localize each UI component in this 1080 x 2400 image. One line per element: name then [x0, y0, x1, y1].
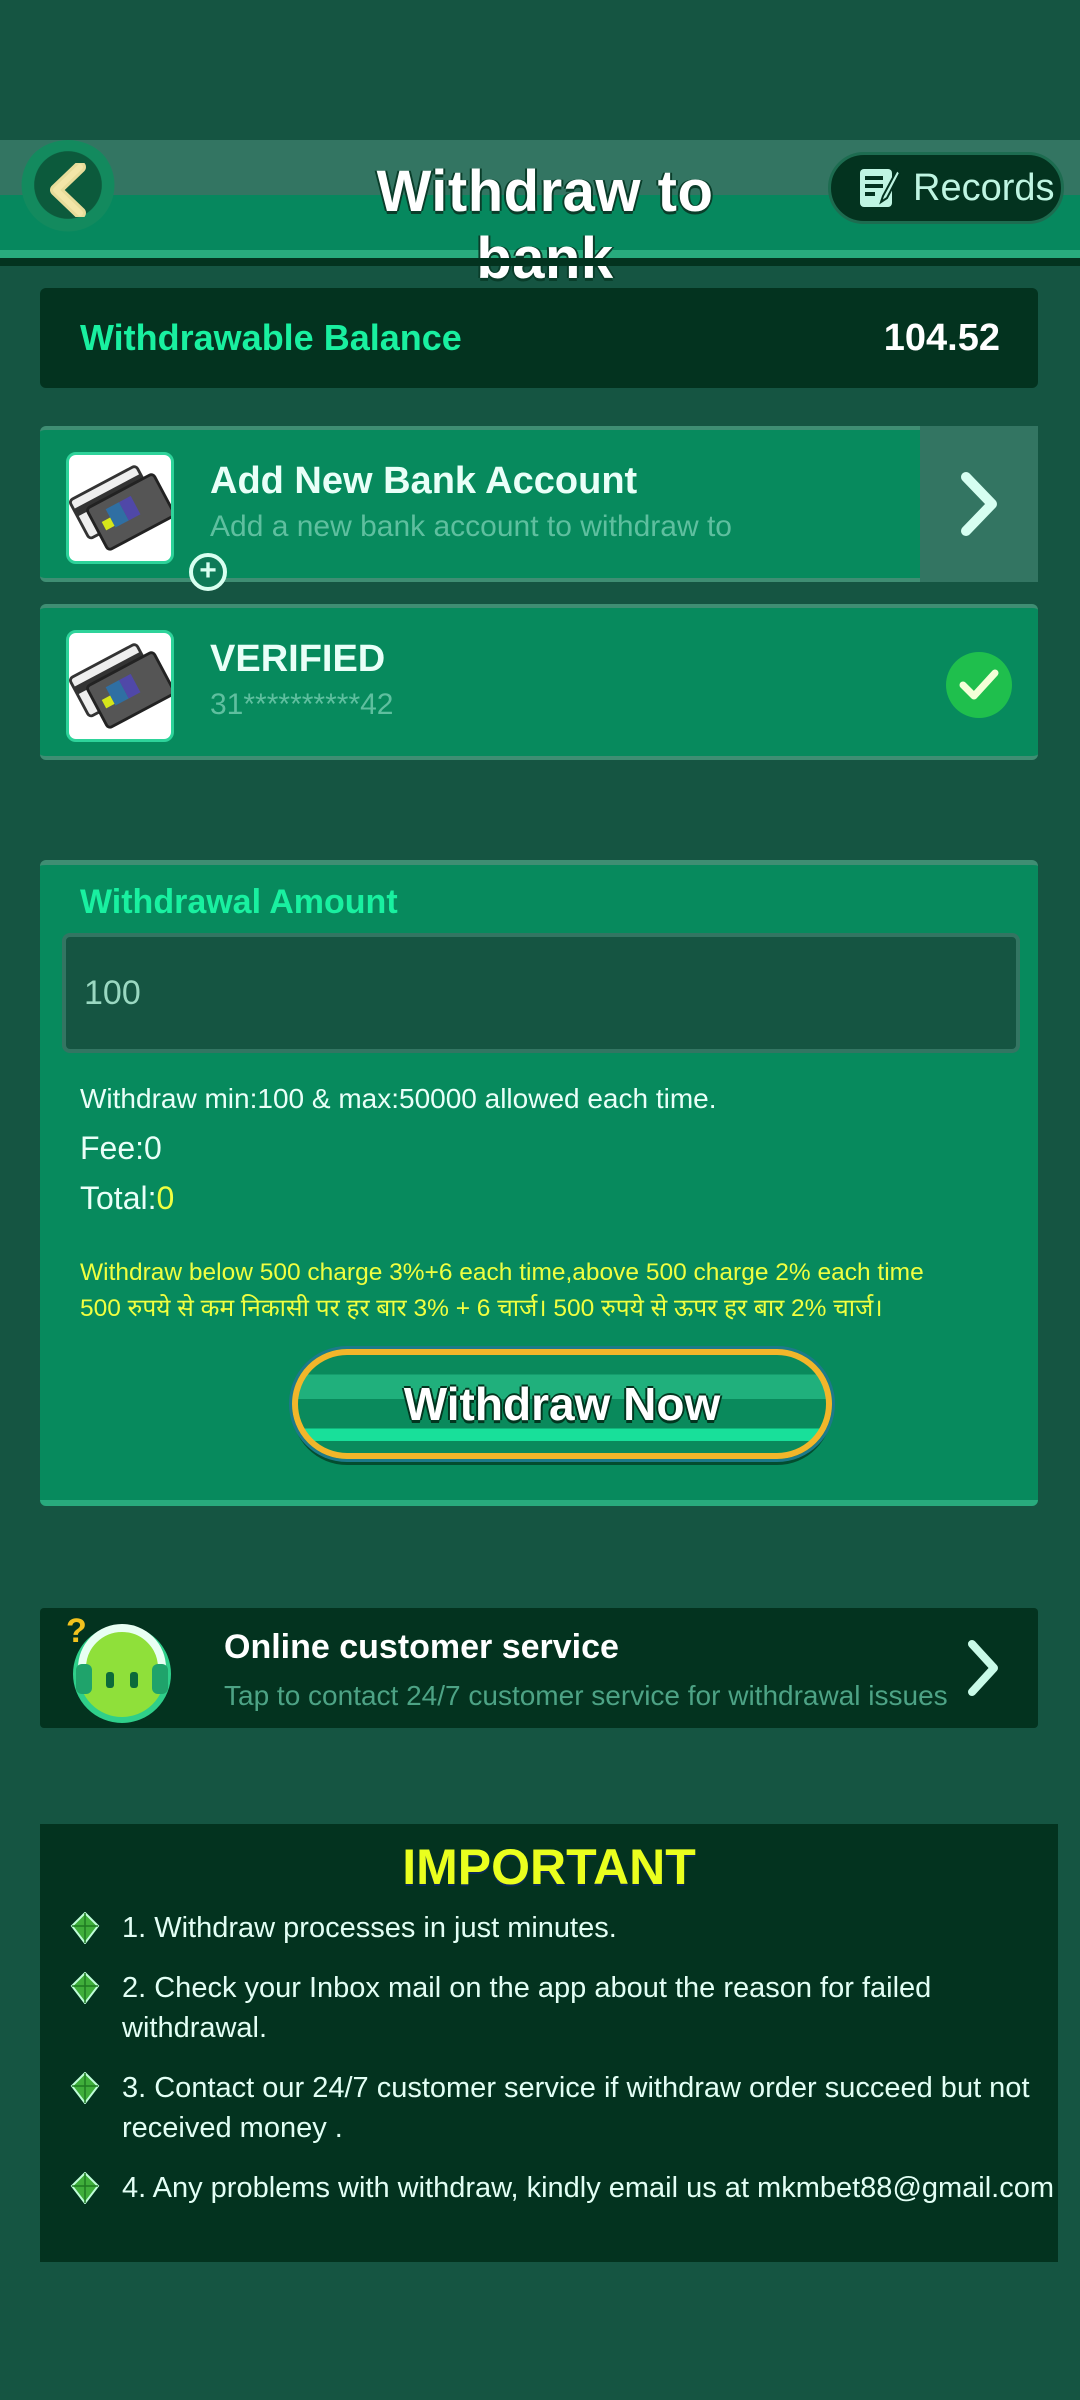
important-item-text: 3. Contact our 24/7 customer service if … — [122, 2072, 1030, 2144]
header-bar: Withdraw to bank Records — [0, 140, 1080, 291]
important-item: 4. Any problems with withdraw, kindly em… — [70, 2168, 1060, 2208]
gem-bullet-icon — [70, 1972, 100, 2004]
important-item-text: 1. Withdraw processes in just minutes. — [122, 1912, 617, 1944]
important-title: IMPORTANT — [402, 1839, 696, 1895]
back-button[interactable] — [18, 140, 118, 240]
bank-card-add-icon: + — [66, 452, 227, 591]
records-label: Records — [913, 166, 1055, 209]
balance-value: 104.52 — [883, 316, 1000, 359]
masked-account-number: 31**********42 — [210, 688, 394, 721]
records-button[interactable]: Records — [828, 152, 1064, 224]
important-item: 2. Check your Inbox mail on the app abou… — [70, 1968, 1060, 2048]
important-notice: IMPORTANT 1. Withdraw processes in just … — [40, 1824, 1058, 2262]
withdrawable-balance-card: Withdrawable Balance 104.52 — [40, 288, 1038, 388]
headset-support-icon: ? — [66, 1612, 171, 1723]
svg-text:?: ? — [66, 1612, 87, 1650]
verified-status-label: VERIFIED — [210, 638, 386, 680]
fee-value: 0 — [144, 1130, 162, 1166]
fee-policy-hindi: 500 रुपये से कम निकासी पर हर बार 3% + 6 … — [80, 1295, 883, 1322]
total-label: Total: — [80, 1180, 157, 1216]
chevron-right-icon — [961, 472, 997, 536]
add-bank-account-row[interactable]: + Add New Bank Account Add a new bank ac… — [40, 426, 1038, 591]
add-bank-arrow-button[interactable] — [920, 426, 1038, 582]
page-title: Withdraw to bank — [376, 159, 714, 291]
plus-icon: + — [189, 553, 227, 591]
withdrawal-amount-title: Withdrawal Amount — [80, 883, 398, 921]
add-bank-title: Add New Bank Account — [210, 460, 638, 502]
gem-bullet-icon — [70, 2072, 100, 2104]
gem-bullet-icon — [70, 2172, 100, 2204]
important-item: 1. Withdraw processes in just minutes. — [70, 1908, 1060, 1948]
chevron-left-icon — [50, 163, 86, 217]
important-item-text: 2. Check your Inbox mail on the app abou… — [122, 1972, 932, 2044]
balance-label: Withdrawable Balance — [80, 317, 462, 358]
customer-service-subtitle: Tap to contact 24/7 customer service for… — [224, 1680, 948, 1711]
records-edit-icon — [860, 168, 901, 207]
fee-policy-note: Withdraw below 500 charge 3%+6 each time… — [80, 1255, 1040, 1327]
withdraw-limits-text: Withdraw min:100 & max:50000 allowed eac… — [80, 1083, 717, 1114]
fee-policy-english: Withdraw below 500 charge 3%+6 each time… — [80, 1259, 924, 1286]
total-value: 0 — [156, 1180, 175, 1216]
total-line: Total:0 — [80, 1180, 174, 1217]
withdraw-now-button[interactable]: Withdraw Now — [292, 1349, 832, 1459]
withdrawal-amount-panel: Withdrawal Amount Withdraw min:100 & max… — [40, 860, 1038, 1506]
verified-bank-account-row[interactable]: VERIFIED 31**********42 — [40, 604, 1038, 760]
important-item-text: 4. Any problems with withdraw, kindly em… — [122, 2172, 1055, 2204]
fee-line: Fee:0 — [80, 1130, 162, 1167]
online-customer-service-row[interactable]: ? Online customer service Tap to contact… — [40, 1608, 1038, 1728]
add-bank-subtitle: Add a new bank account to withdraw to — [210, 510, 732, 543]
check-circle-icon — [946, 652, 1012, 718]
bank-card-icon — [66, 630, 176, 742]
chevron-right-icon — [968, 1640, 998, 1696]
fee-label: Fee: — [80, 1130, 145, 1166]
important-list: 1. Withdraw processes in just minutes. 2… — [70, 1908, 1060, 2228]
customer-service-title: Online customer service — [224, 1628, 619, 1666]
important-item: 3. Contact our 24/7 customer service if … — [70, 2068, 1060, 2148]
gem-bullet-icon — [70, 1912, 100, 1944]
withdrawal-amount-input[interactable] — [62, 933, 1020, 1053]
